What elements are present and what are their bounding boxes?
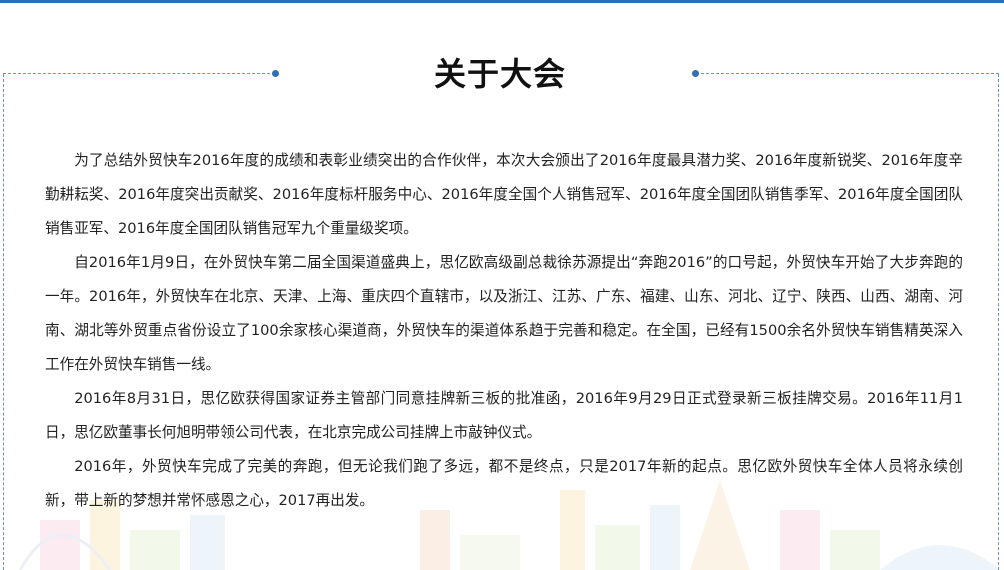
top-accent-bar xyxy=(0,0,1004,3)
divider-dot-right xyxy=(692,70,699,77)
article-body: 为了总结外贸快车2016年度的成绩和表彰业绩突出的合作伙伴，本次大会颁出了201… xyxy=(45,144,963,518)
title-divider-right xyxy=(696,73,999,74)
paragraph-listing: 2016年8月31日，思亿欧获得国家证券主管部门同意挂牌新三板的批准函，2016… xyxy=(45,390,963,441)
paragraph-running-2016: 自2016年1月9日，在外贸快车第二届全国渠道盛典上，思亿欧高级副总裁徐苏源提出… xyxy=(45,254,963,373)
divider-dot-left xyxy=(272,70,279,77)
paragraph-awards: 为了总结外贸快车2016年度的成绩和表彰业绩突出的合作伙伴，本次大会颁出了201… xyxy=(45,152,963,237)
page-title: 关于大会 xyxy=(433,55,566,93)
title-divider-left xyxy=(3,73,275,74)
paragraph-outlook: 2016年，外贸快车完成了完美的奔跑，但无论我们跑了多远，都不是终点，只是201… xyxy=(45,458,963,509)
